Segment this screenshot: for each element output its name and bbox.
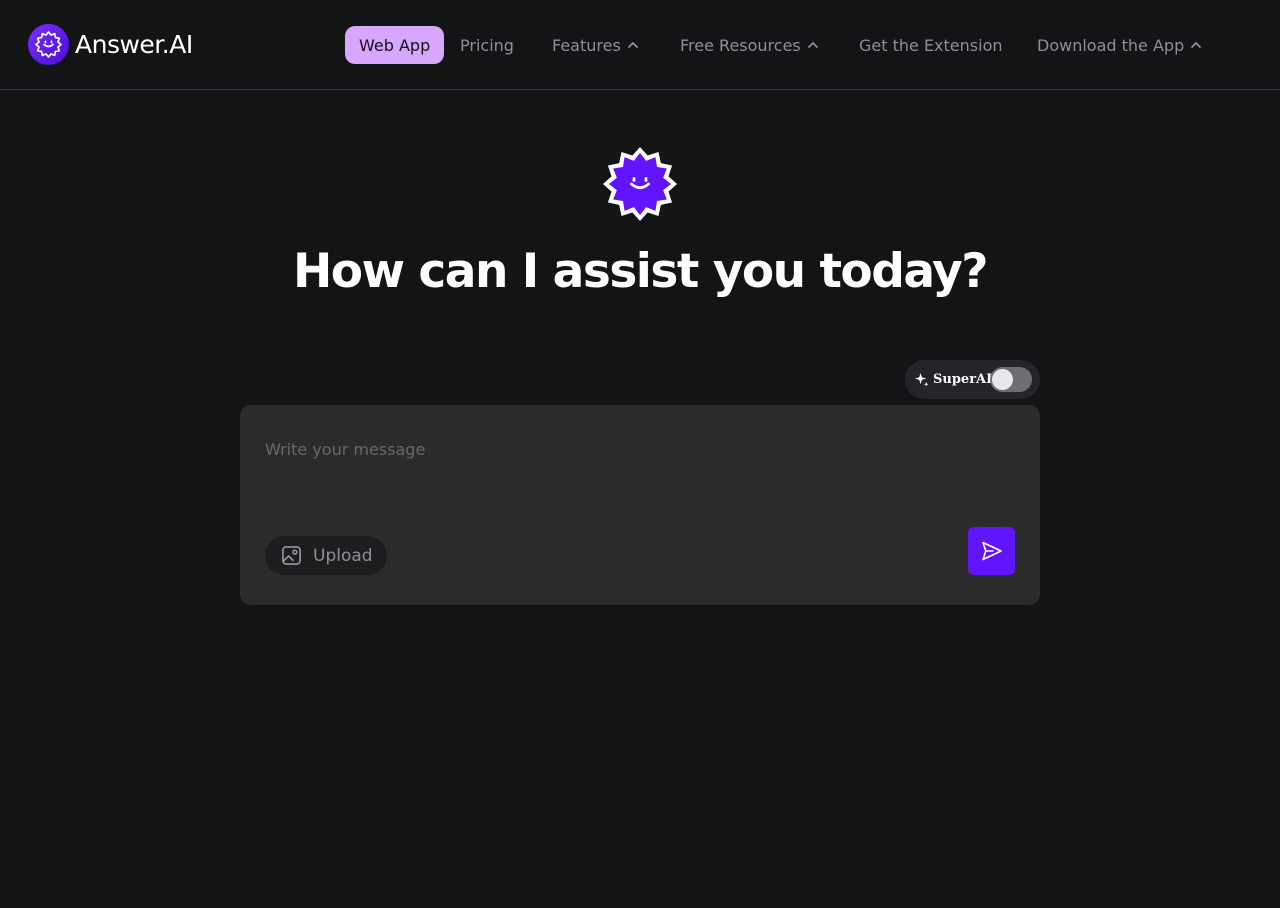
chevron-up-icon (627, 39, 639, 51)
nav-features[interactable]: Features (552, 26, 639, 64)
brand-home-link[interactable]: Answer.AI (28, 24, 193, 65)
answer-ai-logo-icon (28, 24, 69, 65)
nav-download-app-label: Download the App (1037, 35, 1185, 55)
brand-name: Answer.AI (75, 30, 193, 59)
sparkle-icon (914, 372, 929, 387)
send-icon (981, 541, 1002, 561)
nav-pricing-label: Pricing (460, 35, 514, 55)
image-upload-icon (282, 546, 301, 565)
nav-web-app-label: Web App (359, 35, 431, 55)
superai-toggle-container: SuperAI (905, 360, 1040, 399)
page-heading: How can I assist you today? (292, 244, 989, 299)
nav-download-app[interactable]: Download the App (1037, 26, 1202, 64)
nav-web-app[interactable]: Web App (345, 26, 445, 64)
nav-pricing[interactable]: Pricing (460, 26, 514, 64)
message-composer: Upload (240, 405, 1040, 605)
superai-label: SuperAI (933, 372, 993, 387)
nav-free-resources-label: Free Resources (680, 35, 801, 55)
message-input[interactable] (265, 437, 965, 461)
chevron-up-icon (1190, 39, 1202, 51)
nav-free-resources[interactable]: Free Resources (680, 26, 819, 64)
nav-get-extension-label: Get the Extension (859, 35, 1003, 55)
superai-toggle-switch[interactable] (990, 367, 1032, 392)
chevron-up-icon (807, 39, 819, 51)
starburst-mascot-icon (603, 147, 677, 221)
upload-label: Upload (313, 545, 373, 566)
nav-get-extension[interactable]: Get the Extension (859, 26, 1003, 64)
send-button[interactable] (968, 527, 1015, 575)
toggle-knob (992, 369, 1013, 390)
upload-button[interactable]: Upload (265, 536, 387, 575)
nav-features-label: Features (552, 35, 621, 55)
top-navbar: Answer.AI Web App Pricing Features Free … (0, 0, 1280, 90)
